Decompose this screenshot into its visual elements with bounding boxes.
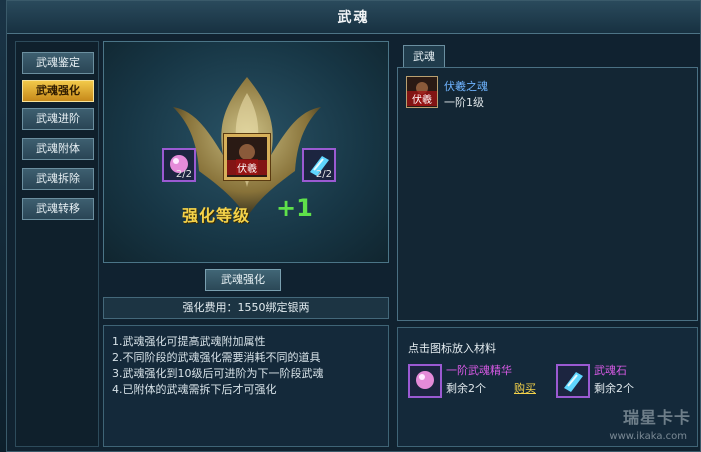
cost-text: 强化费用：1550绑定银两 — [103, 297, 389, 319]
sidebar-item-strengthen[interactable]: 武魂强化 — [22, 80, 94, 102]
material-remaining: 剩余2个 — [446, 382, 486, 395]
window-title: 武魂 — [337, 10, 370, 26]
material-slot-essence[interactable] — [408, 364, 442, 398]
sidebar-item-attach[interactable]: 武魂附体 — [22, 138, 94, 160]
sidebar-item-remove[interactable]: 武魂拆除 — [22, 168, 94, 190]
material-remaining: 剩余2个 — [594, 382, 634, 395]
soul-slot[interactable]: 伏羲 — [224, 134, 270, 180]
description-line: 1.武魂强化可提高武魂附加属性 — [112, 335, 266, 348]
material-name: 一阶武魂精华 — [446, 364, 512, 377]
martial-soul-window: 武魂 武魂鉴定 武魂强化 武魂进阶 武魂附体 武魂拆除 武魂转移 2/2 伏羲 … — [6, 0, 701, 452]
description-line: 4.已附体的武魂需拆下后才可强化 — [112, 383, 277, 396]
title-bar: 武魂 — [7, 1, 700, 34]
item-icon-tag: 伏羲 — [407, 91, 437, 106]
sidebar: 武魂鉴定 武魂强化 武魂进阶 武魂附体 武魂拆除 武魂转移 — [15, 41, 99, 447]
materials-panel: 点击图标放入材料 一阶武魂精华 剩余2个 购买 武魂石 剩余2个 瑞星卡卡 ww… — [397, 327, 698, 447]
item-icon: 伏羲 — [406, 76, 438, 108]
watermark-url: www.ikaka.com — [609, 431, 687, 442]
sidebar-item-identify[interactable]: 武魂鉴定 — [22, 52, 94, 74]
sidebar-item-transfer[interactable]: 武魂转移 — [22, 198, 94, 220]
buy-link[interactable]: 购买 — [514, 380, 536, 396]
material-slot-stone[interactable] — [556, 364, 590, 398]
crystal-icon — [564, 372, 583, 392]
strengthen-level-label: 强化等级 — [182, 206, 251, 225]
item-level: 一阶1级 — [444, 96, 484, 109]
right-slot-count: 2/2 — [315, 169, 332, 180]
sidebar-item-advance[interactable]: 武魂进阶 — [22, 108, 94, 130]
description-line: 3.武魂强化到10级后可进阶为下一阶段武魂 — [112, 367, 324, 380]
strengthen-panel: 2/2 伏羲 2/2 强化等级 +1 — [103, 41, 389, 263]
left-slot-count: 2/2 — [175, 169, 192, 180]
strengthen-level-value: +1 — [276, 194, 313, 222]
tab-martial-soul[interactable]: 武魂 — [403, 45, 445, 67]
pearl-icon — [416, 371, 434, 389]
left-material-slot[interactable]: 2/2 — [162, 148, 196, 182]
list-item[interactable]: 伏羲 伏羲之魂 一阶1级 — [406, 76, 536, 112]
description-panel: 1.武魂强化可提高武魂附加属性 2.不同阶段的武魂强化需要消耗不同的道具 3.武… — [103, 325, 389, 447]
description-line: 2.不同阶段的武魂强化需要消耗不同的道具 — [112, 351, 321, 364]
strengthen-button[interactable]: 武魂强化 — [205, 269, 281, 291]
materials-title: 点击图标放入材料 — [408, 342, 496, 355]
soul-slot-tag: 伏羲 — [227, 160, 267, 175]
soul-list-panel: 伏羲 伏羲之魂 一阶1级 — [397, 67, 698, 321]
watermark-brand: 瑞星卡卡 — [622, 408, 691, 427]
item-name: 伏羲之魂 — [444, 80, 488, 93]
right-material-slot[interactable]: 2/2 — [302, 148, 336, 182]
material-name: 武魂石 — [594, 364, 627, 377]
